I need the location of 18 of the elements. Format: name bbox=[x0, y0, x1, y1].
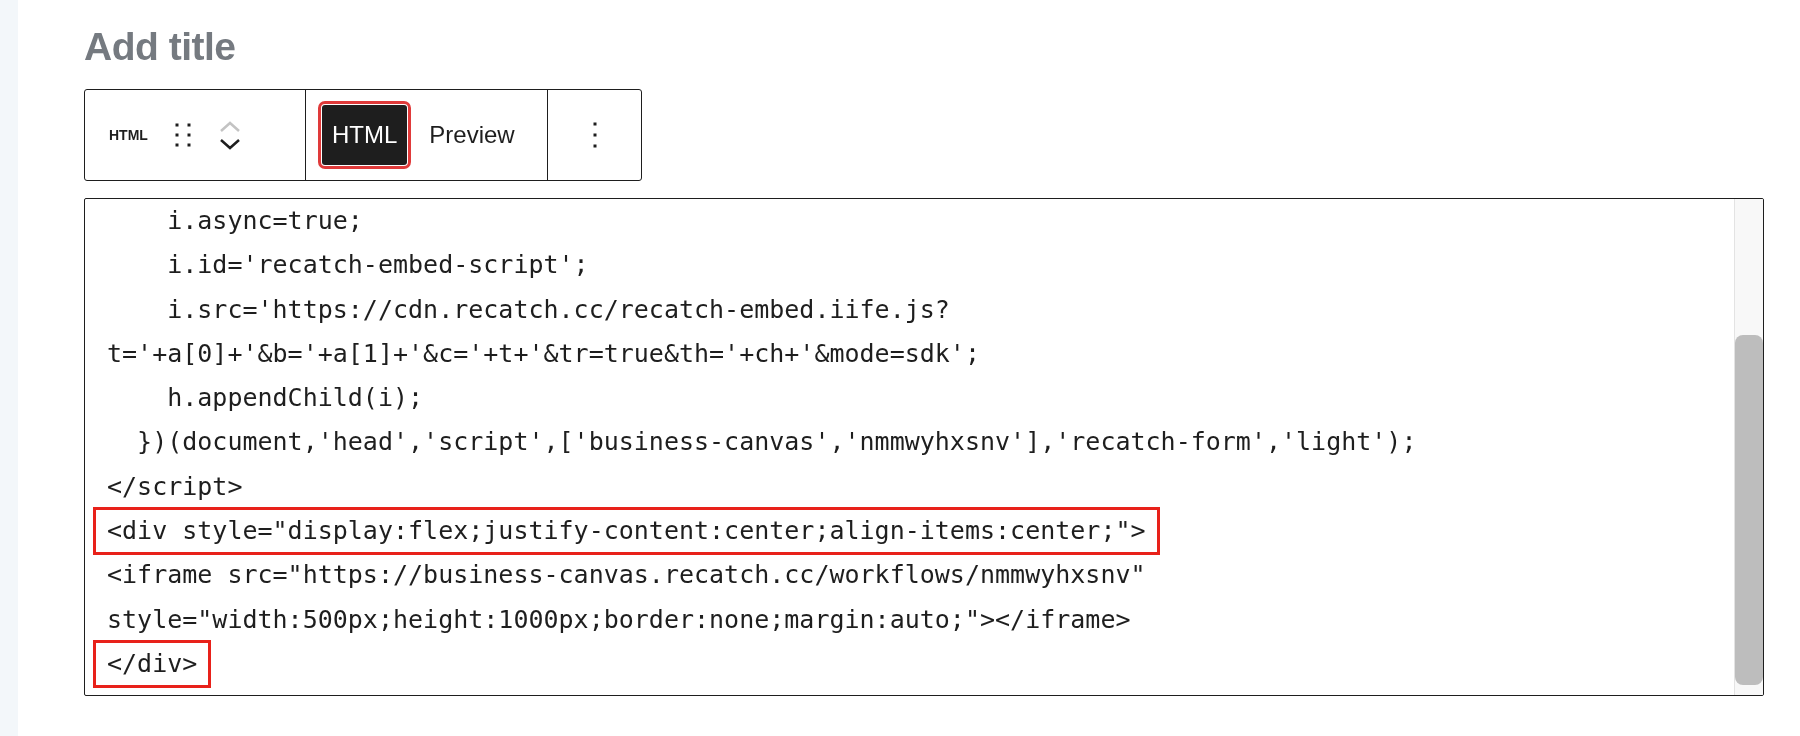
code-line: i.async=true; bbox=[166, 205, 363, 237]
drag-handle-icon[interactable] bbox=[173, 121, 192, 149]
code-line: h.appendChild(i); bbox=[166, 382, 424, 415]
code-editor[interactable] bbox=[84, 198, 1764, 696]
code-line: <iframe src="https://business-canvas.recatch.cc/workflows/nmmwyhxsnv" bbox=[107, 559, 1146, 592]
code-line: i.id='recatch-embed-script'; bbox=[166, 249, 589, 282]
title-placeholder[interactable]: Add title bbox=[84, 22, 1782, 72]
code-line: })(document,'head','script',['business-canvas','nmmwyhxsnv'],'recatch-form','light'); bbox=[136, 426, 1417, 459]
code-line: </script> bbox=[107, 470, 243, 503]
scrollbar-thumb[interactable] bbox=[1735, 335, 1763, 685]
mode-tab[interactable]: Preview bbox=[419, 105, 525, 165]
code-line: <div style="display:flex;justify-content:center;align-items:center;"> bbox=[95, 509, 1158, 554]
code-line: </div> bbox=[95, 641, 210, 687]
code-line: t='+a[0]+'&b='+a[1]+'&c='+t+'&tr=true&th='+ch+'&mode=sdk'; bbox=[107, 337, 980, 370]
block-type-label: HTML bbox=[109, 127, 148, 143]
more-options-icon[interactable] bbox=[591, 120, 598, 150]
code-line: i.src='https://cdn.recatch.cc/recatch-embed.iife.js? bbox=[166, 293, 950, 326]
code-line: style="width:500px;height:1000px;border:none;margin:auto;"></iframe> bbox=[107, 603, 1131, 636]
